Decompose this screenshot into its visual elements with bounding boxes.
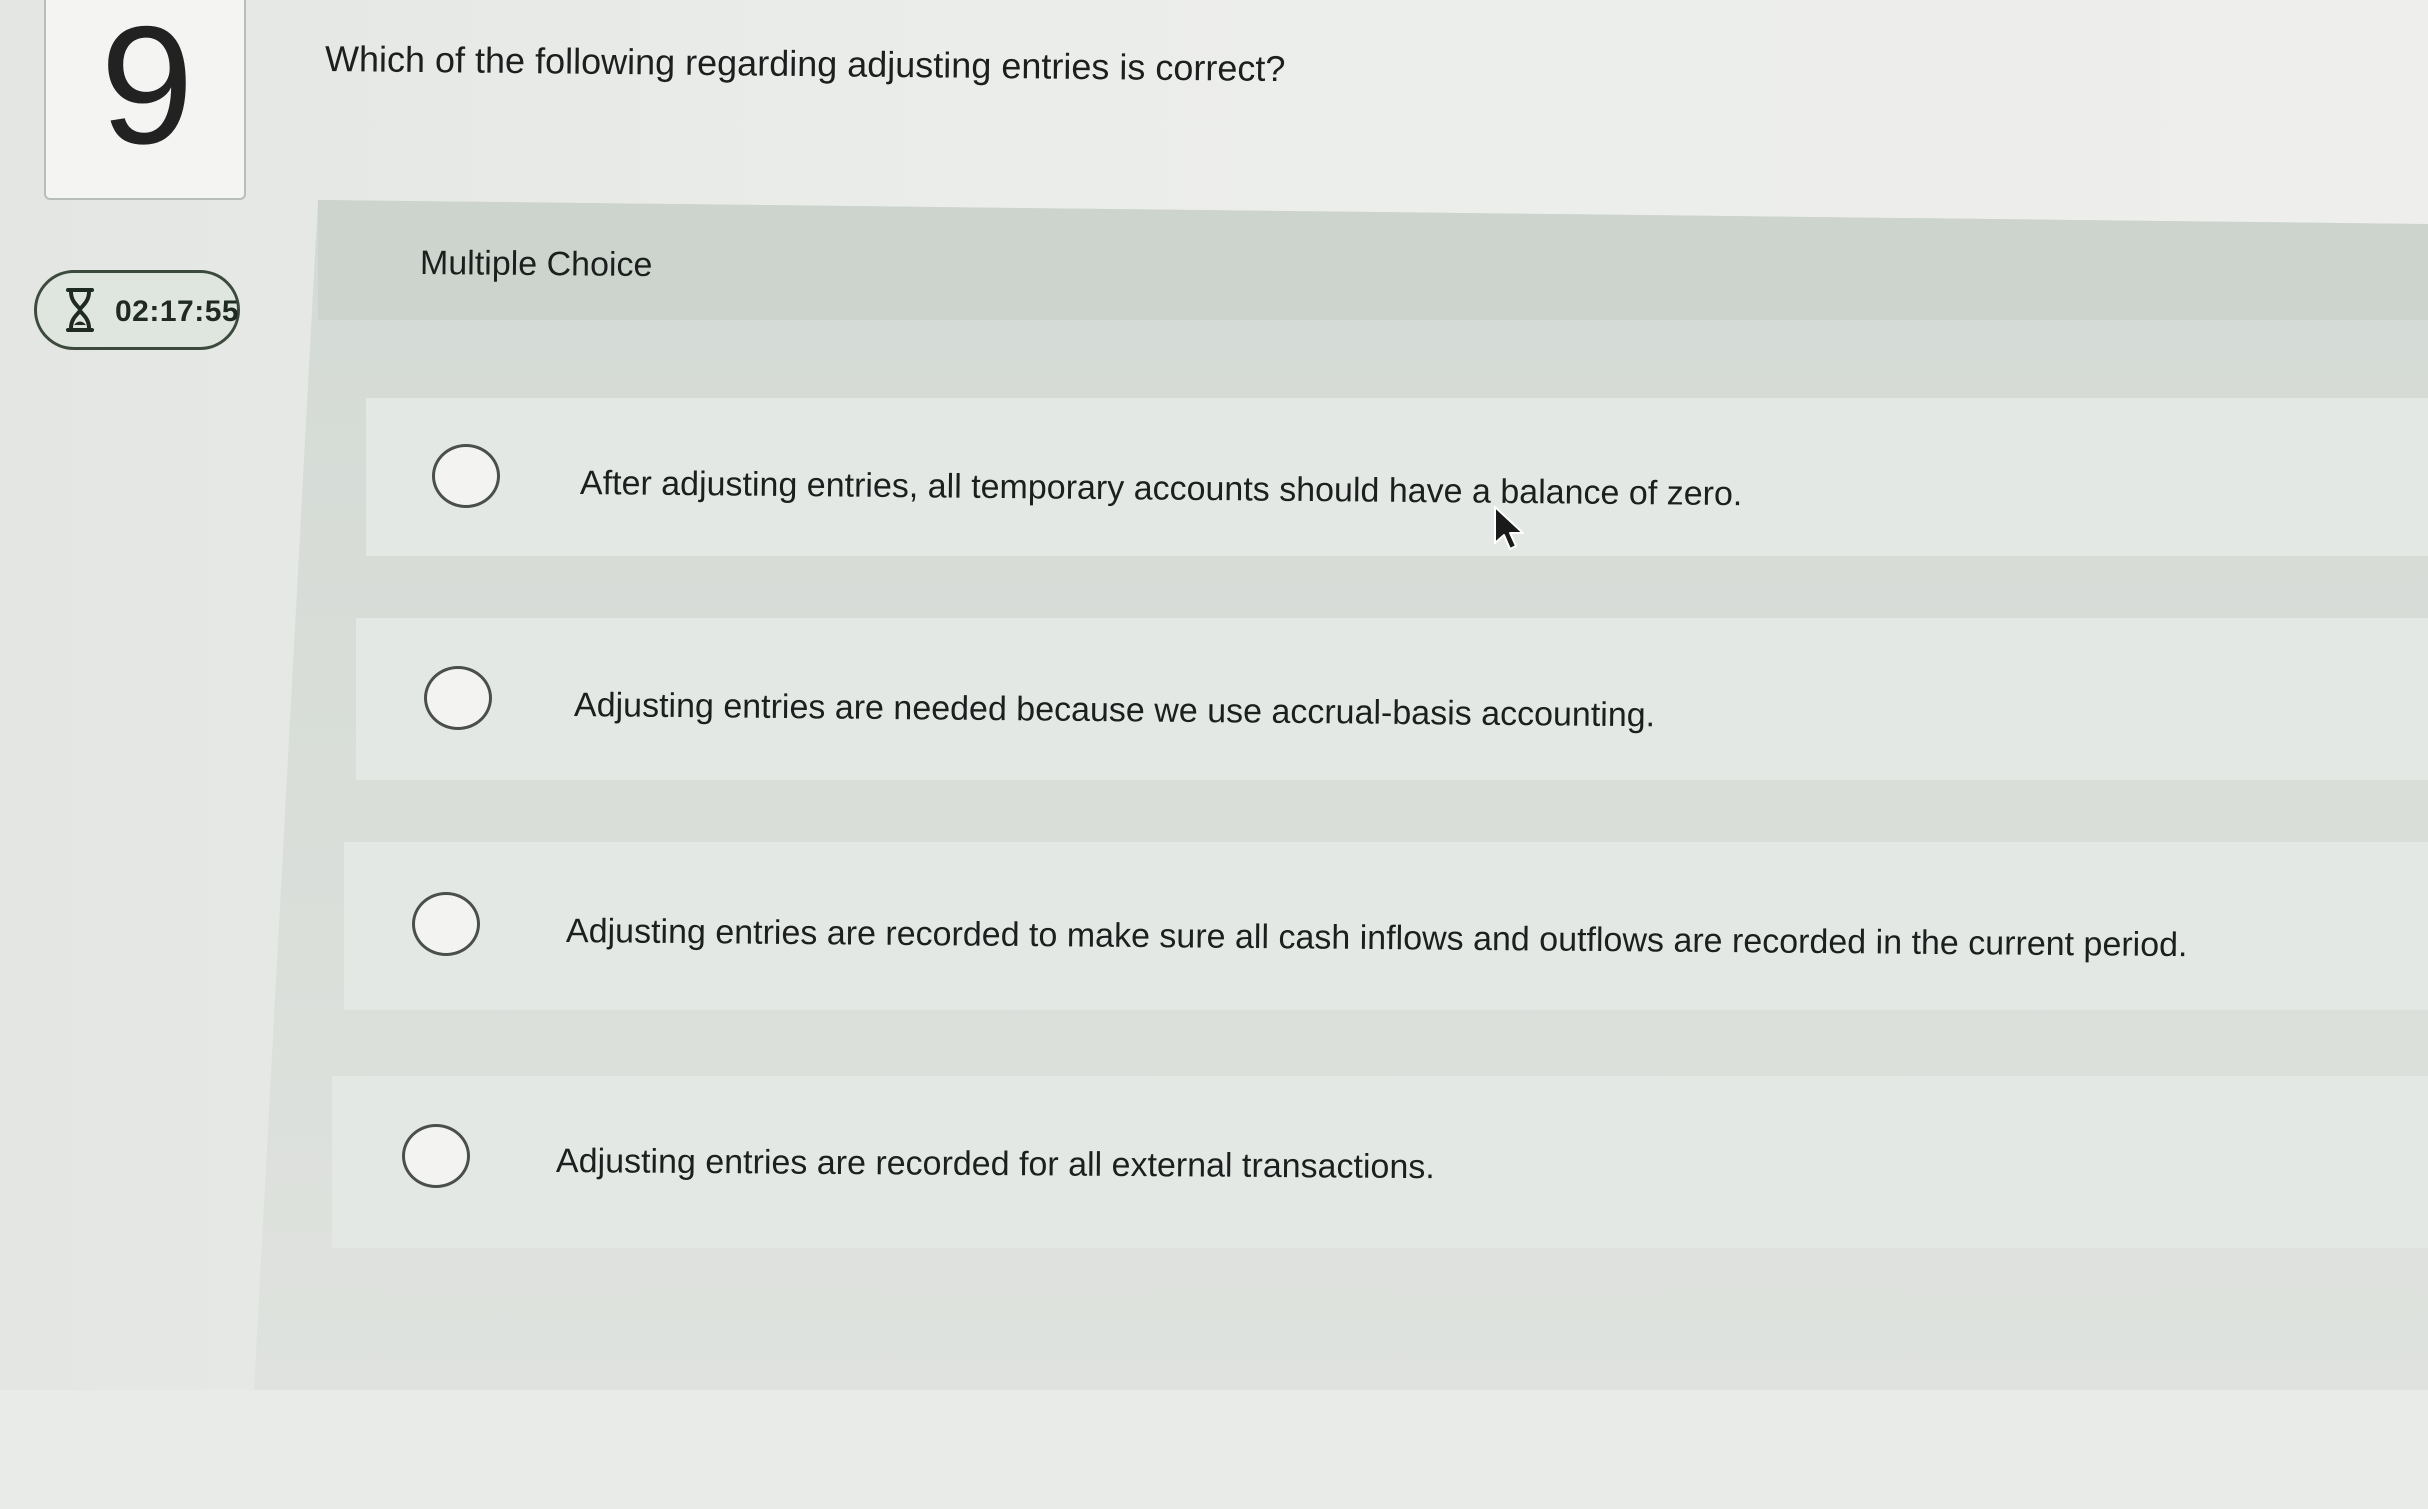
option-2-radio[interactable]	[424, 666, 492, 730]
mouse-cursor-icon	[1494, 506, 1524, 550]
page-bottom-area	[0, 1390, 2428, 1509]
option-2[interactable]: Adjusting entries are needed because we …	[356, 618, 2428, 780]
question-number: 9	[100, 0, 194, 179]
option-1-radio[interactable]	[432, 444, 500, 508]
option-4-radio[interactable]	[402, 1124, 470, 1188]
option-4[interactable]: Adjusting entries are recorded for all e…	[332, 1076, 2428, 1248]
question-number-box: 9	[44, 0, 246, 200]
option-3[interactable]: Adjusting entries are recorded to make s…	[344, 842, 2428, 1010]
quiz-page: 9 02:17:55 Which of the following regard…	[0, 0, 2428, 1509]
option-4-label[interactable]: Adjusting entries are recorded for all e…	[556, 1142, 1435, 1187]
option-3-label[interactable]: Adjusting entries are recorded to make s…	[566, 912, 2188, 965]
multiple-choice-title: Multiple Choice	[419, 244, 653, 285]
option-1[interactable]: After adjusting entries, all temporary a…	[366, 398, 2428, 556]
timer-value: 02:17:55	[115, 295, 240, 328]
hourglass-icon	[66, 288, 94, 332]
option-1-label[interactable]: After adjusting entries, all temporary a…	[580, 464, 1743, 514]
timer-badge[interactable]: 02:17:55	[34, 270, 240, 350]
question-text: Which of the following regarding adjusti…	[324, 38, 1286, 90]
option-2-label[interactable]: Adjusting entries are needed because we …	[574, 686, 1655, 735]
option-3-radio[interactable]	[412, 892, 480, 956]
